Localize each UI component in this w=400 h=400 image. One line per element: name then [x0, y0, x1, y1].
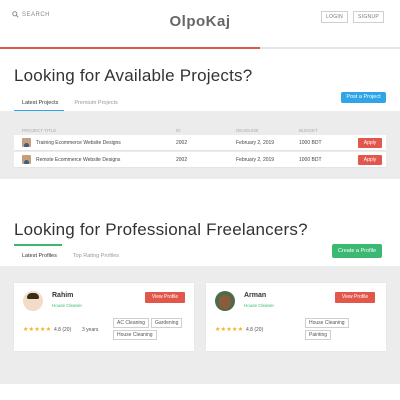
apply-button[interactable]: Apply [358, 138, 382, 148]
experience-value: 3 years [82, 327, 99, 333]
column-project-title: PROJECT TITLE [22, 128, 57, 133]
projects-tabs: Latest Projects Premium Projects [14, 96, 126, 110]
rating-stars-icon: ★★★★★ [215, 327, 244, 333]
table-row[interactable]: Remote Ecommerce Website Designs 2002 Fe… [14, 152, 386, 168]
column-budget: BUDGET [299, 128, 318, 133]
header-accent-line [0, 47, 260, 49]
login-button[interactable]: LOGIN [320, 11, 349, 23]
project-title[interactable]: Training Ecommerce Website Designs [36, 140, 121, 146]
skill-tag[interactable]: House Cleaning [305, 318, 349, 328]
freelancers-heading: Looking for Professional Freelancers? [14, 220, 308, 239]
skill-tag[interactable]: House Cleaning [113, 330, 157, 340]
projects-heading: Looking for Available Projects? [14, 66, 253, 85]
tab-premium-projects[interactable]: Premium Projects [66, 96, 125, 110]
post-project-button[interactable]: Post a Project [341, 92, 386, 103]
column-deadline: DEADLINE [236, 128, 259, 133]
avatar [23, 291, 43, 311]
freelancer-role: House Cleaner [52, 303, 83, 308]
create-profile-button[interactable]: Create a Profile [332, 244, 382, 258]
freelancer-name[interactable]: Rahim [52, 292, 73, 299]
project-thumbnail [22, 138, 31, 147]
tab-latest-profiles[interactable]: Latest Profiles [14, 249, 65, 263]
projects-panel: PROJECT TITLE ID DEADLINE BUDGET Trainin… [0, 111, 400, 179]
project-thumbnail [22, 155, 31, 164]
auth-links: LOGIN SIGNUP [320, 11, 384, 23]
freelancer-card[interactable]: Arman House Cleaner View Profile ★★★★★ 4… [206, 283, 386, 351]
tab-top-rating-profiles[interactable]: Top Rating Profiles [65, 249, 127, 263]
skill-tag[interactable]: AC Cleaning [113, 318, 150, 328]
project-title[interactable]: Remote Ecommerce Website Designs [36, 157, 120, 163]
tab-latest-projects[interactable]: Latest Projects [14, 96, 66, 110]
header-divider [0, 47, 400, 49]
rating-value: 4.8 (20) [54, 327, 72, 333]
view-profile-button[interactable]: View Profile [335, 292, 375, 303]
freelancers-tabs: Latest Profiles Top Rating Profiles [14, 249, 127, 263]
rating-stars-icon: ★★★★★ [23, 327, 52, 333]
column-id: ID [176, 128, 181, 133]
apply-button[interactable]: Apply [358, 155, 382, 165]
freelancers-tab-indicator [14, 244, 62, 246]
project-deadline: February 2, 2019 [236, 157, 275, 163]
project-budget: 1000 BDT [299, 140, 322, 146]
freelancer-name[interactable]: Arman [244, 292, 266, 299]
project-budget: 1000 BDT [299, 157, 322, 163]
project-id: 2002 [176, 157, 188, 163]
freelancer-card[interactable]: Rahim House Cleaner View Profile ★★★★★ 4… [14, 283, 194, 351]
skill-tag[interactable]: Gardening [151, 318, 183, 328]
signup-button[interactable]: SIGNUP [353, 11, 384, 23]
skill-tag[interactable]: Painting [305, 330, 332, 340]
freelancer-role: House Cleaner [244, 303, 275, 308]
table-row[interactable]: Training Ecommerce Website Designs 2002 … [14, 135, 386, 151]
rating-value: 4.8 (20) [246, 327, 264, 333]
project-id: 2002 [176, 140, 188, 146]
project-deadline: February 2, 2019 [236, 140, 275, 146]
top-header: SEARCH OlpoKaj LOGIN SIGNUP [0, 0, 400, 49]
view-profile-button[interactable]: View Profile [145, 292, 185, 303]
avatar [215, 291, 235, 311]
